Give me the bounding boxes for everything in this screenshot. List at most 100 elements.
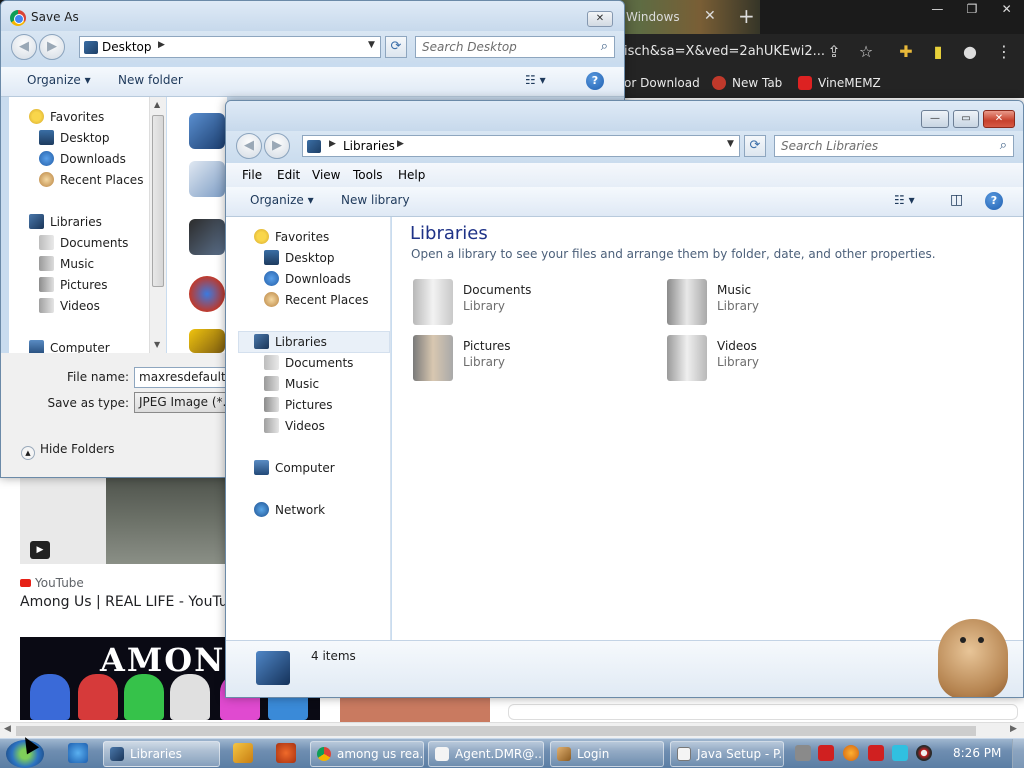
library-pictures[interactable]: Pictures Library (413, 335, 613, 385)
nav-scrollbar[interactable]: ▲ ▼ (149, 97, 166, 353)
nav-downloads[interactable]: Downloads (264, 271, 351, 286)
back-button[interactable]: ◀ (236, 133, 262, 159)
menu-view[interactable]: View (312, 168, 340, 182)
close-icon[interactable]: ✕ (989, 0, 1024, 18)
menu-file[interactable]: File (242, 168, 262, 182)
tray-volume-icon[interactable] (916, 745, 932, 761)
minimize-button[interactable]: — (921, 110, 949, 128)
file-item-icon[interactable] (189, 219, 225, 255)
nav-favorites[interactable]: Favorites (254, 229, 329, 244)
new-library-button[interactable]: New library (341, 193, 410, 207)
nav-libraries[interactable]: Libraries (254, 334, 327, 349)
pane-divider[interactable] (390, 217, 391, 640)
back-button[interactable]: ◀ (11, 34, 37, 60)
play-icon[interactable]: ▶ (30, 541, 50, 559)
file-item-icon[interactable] (189, 161, 225, 197)
refresh-button[interactable]: ⟳ (744, 135, 766, 157)
organize-button[interactable]: Organize ▾ (27, 73, 91, 87)
refresh-button[interactable]: ⟳ (385, 36, 407, 58)
address-bar[interactable]: Desktop ▶ ▼ (79, 36, 381, 58)
new-folder-button[interactable]: New folder (118, 73, 183, 87)
nav-favorites[interactable]: Favorites (29, 109, 104, 124)
nav-videos[interactable]: Videos (264, 418, 325, 433)
paint-icon[interactable] (276, 743, 296, 763)
address-crumb[interactable]: Libraries (343, 139, 395, 153)
extensions-icon[interactable]: ✚ (896, 42, 916, 62)
tray-flag-icon[interactable] (868, 745, 884, 761)
maximize-button[interactable]: ▭ (953, 110, 979, 128)
hamster-desktop-pet[interactable] (938, 619, 1008, 697)
search-box[interactable]: ⌕ (415, 36, 615, 58)
address-bar-url[interactable]: isch&sa=X&ved=2ahUKEwi2... (624, 44, 825, 59)
nav-libraries[interactable]: Libraries (29, 214, 102, 229)
help-icon[interactable]: ? (985, 192, 1003, 210)
nav-computer[interactable]: Computer (254, 460, 335, 475)
search-input[interactable] (422, 39, 591, 55)
tray-search-icon[interactable] (843, 745, 859, 761)
chevron-down-icon[interactable]: ▼ (368, 40, 375, 50)
preview-pane-icon[interactable]: ◫ (950, 192, 963, 208)
nav-documents[interactable]: Documents (39, 235, 128, 250)
taskbar-item-libraries[interactable]: Libraries (103, 741, 220, 767)
search-input[interactable] (781, 138, 984, 154)
library-videos[interactable]: Videos Library (667, 335, 867, 385)
tab-close-icon[interactable]: ✕ (704, 8, 716, 24)
nav-music[interactable]: Music (264, 376, 319, 391)
view-options-icon[interactable]: ☷ ▾ (894, 193, 915, 207)
nav-music[interactable]: Music (39, 256, 94, 271)
taskbar-item-chrome[interactable]: among us rea... (310, 741, 424, 767)
nav-pictures[interactable]: Pictures (264, 397, 333, 412)
bookmark-new-tab[interactable]: New Tab (712, 76, 782, 90)
crumb-arrow-icon[interactable]: ▶ (158, 40, 165, 50)
title-bar[interactable] (1, 1, 624, 31)
nav-videos[interactable]: Videos (39, 298, 100, 313)
share-icon[interactable]: ⇪ (824, 42, 844, 62)
address-bar[interactable]: ▶ Libraries ▶ ▼ (302, 135, 740, 157)
sidepanel-icon[interactable]: ▮ (928, 42, 948, 62)
title-bar[interactable] (226, 101, 1023, 131)
profile-icon[interactable]: ● (960, 42, 980, 62)
menu-tools[interactable]: Tools (353, 168, 383, 182)
nav-recent-places[interactable]: Recent Places (264, 292, 368, 307)
show-desktop-button[interactable] (1012, 739, 1024, 768)
file-item-icon[interactable] (189, 276, 225, 312)
nav-network[interactable]: Network (254, 502, 325, 517)
close-button[interactable]: ✕ (587, 11, 613, 27)
tab-title[interactable]: Windows (626, 10, 680, 24)
tray-v-icon[interactable] (818, 745, 834, 761)
tray-screen-icon[interactable] (892, 745, 908, 761)
forward-button[interactable]: ▶ (264, 133, 290, 159)
address-crumb[interactable]: Desktop (102, 40, 152, 54)
internet-explorer-icon[interactable] (68, 743, 88, 763)
view-options-icon[interactable]: ☷ ▾ (525, 73, 546, 87)
star-icon[interactable]: ☆ (856, 42, 876, 62)
search-box[interactable]: ⌕ (774, 135, 1014, 157)
taskbar-item-agent[interactable]: Agent.DMR@... (428, 741, 544, 767)
chevron-down-icon[interactable]: ▼ (727, 139, 734, 149)
taskbar-item-java-setup[interactable]: Java Setup - P... (670, 741, 784, 767)
file-name-field[interactable]: maxresdefault.jp (134, 367, 234, 388)
nav-documents[interactable]: Documents (264, 355, 353, 370)
nav-desktop[interactable]: Desktop (39, 130, 110, 145)
menu-edit[interactable]: Edit (277, 168, 300, 182)
minimize-icon[interactable]: — (920, 0, 955, 18)
save-type-select[interactable]: JPEG Image (*.jp (134, 392, 234, 413)
search-icon[interactable]: ⌕ (1000, 138, 1007, 153)
search-icon[interactable]: ⌕ (601, 39, 608, 54)
menu-help[interactable]: Help (398, 168, 425, 182)
video-thumbnail[interactable] (20, 470, 230, 564)
hide-folders-button[interactable]: ▲ Hide Folders (21, 442, 115, 460)
nav-downloads[interactable]: Downloads (39, 151, 126, 166)
horizontal-scrollbar[interactable]: ◀ ▶ (0, 722, 1024, 738)
library-music[interactable]: Music Library (667, 279, 867, 329)
help-icon[interactable]: ? (586, 72, 604, 90)
video-title-link[interactable]: Among Us | REAL LIFE - YouTube (20, 594, 245, 610)
clock[interactable]: 8:26 PM (953, 746, 1001, 760)
nav-pictures[interactable]: Pictures (39, 277, 108, 292)
bookmark-download[interactable]: or Download (624, 76, 700, 90)
close-button[interactable]: ✕ (983, 110, 1015, 128)
restore-icon[interactable]: ❐ (955, 0, 990, 18)
menu-icon[interactable]: ⋮ (994, 42, 1014, 62)
crumb-arrow-icon[interactable]: ▶ (329, 139, 336, 149)
organize-button[interactable]: Organize ▾ (250, 193, 314, 207)
